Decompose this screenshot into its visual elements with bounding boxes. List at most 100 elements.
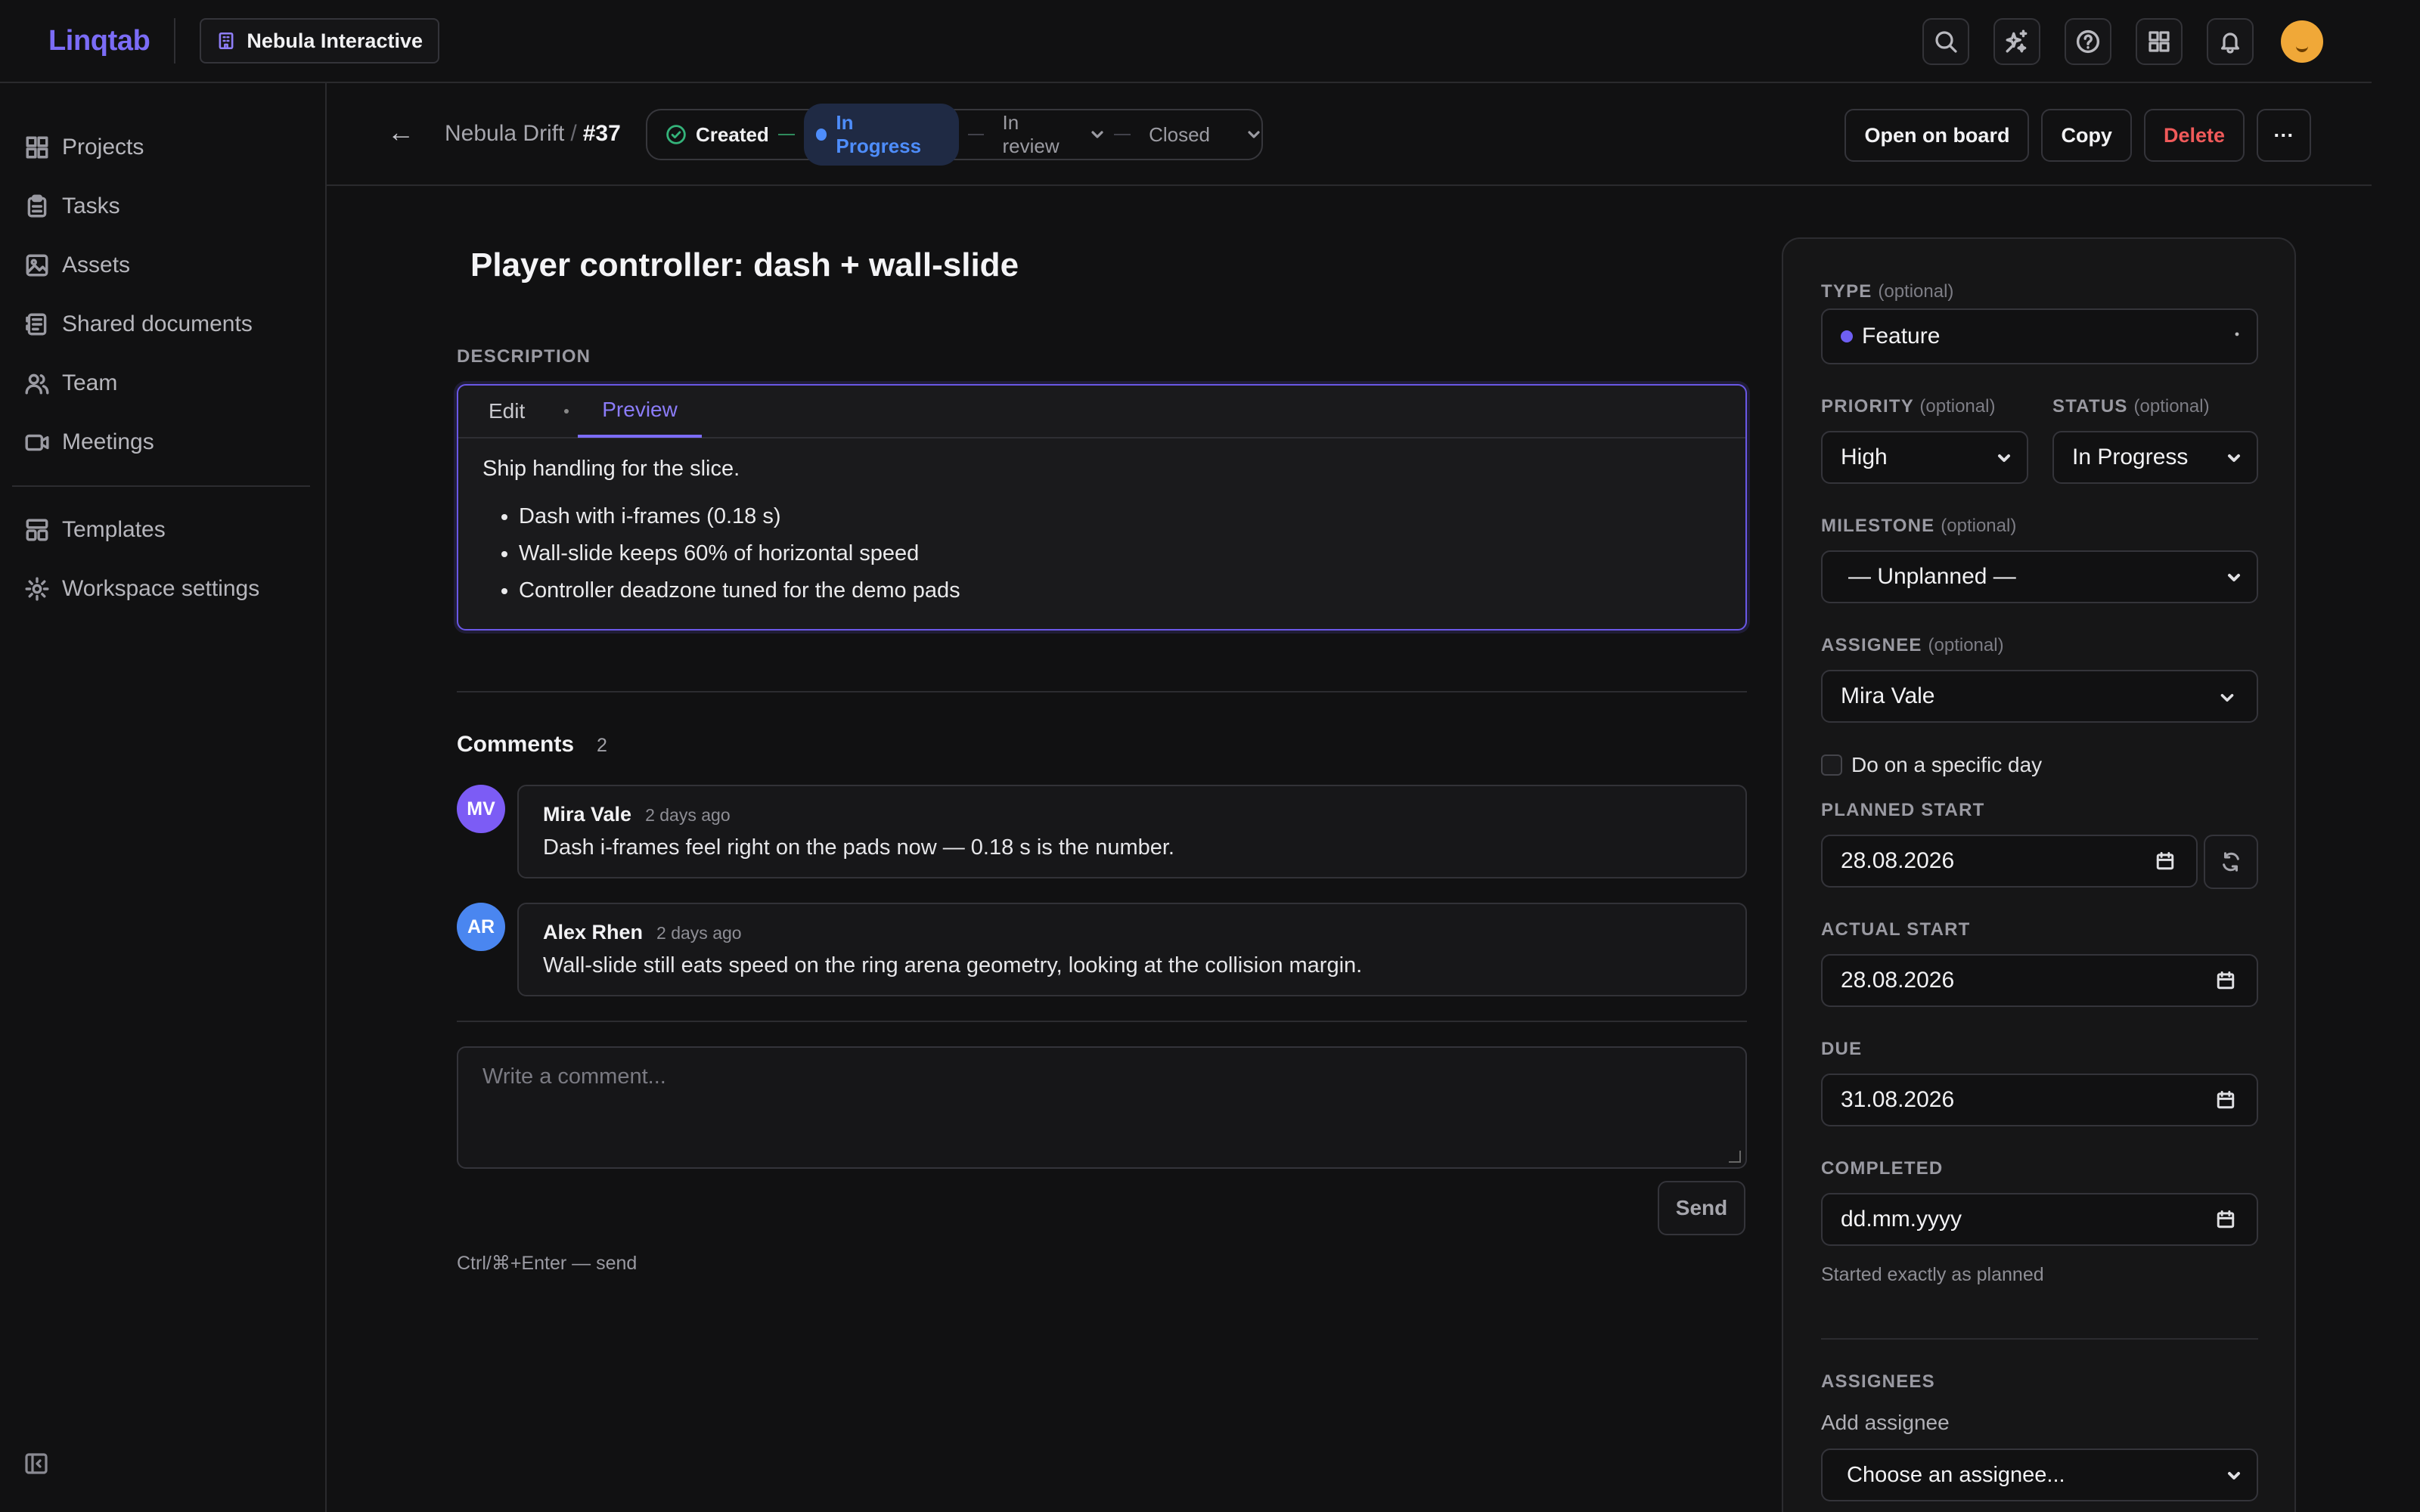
status-step-in-review[interactable]: In review (1002, 111, 1105, 158)
app-logo[interactable]: Linqtab (48, 25, 150, 57)
open-on-board-button[interactable]: Open on board (1844, 109, 2030, 162)
comment-meta: Mira Vale 2 days ago (543, 803, 1721, 826)
assignee-picker-value: Choose an assignee... (1847, 1462, 2065, 1487)
sidebar-item-label: Templates (62, 517, 166, 542)
chevron-down-icon[interactable] (1246, 127, 1261, 142)
search-button[interactable] (1922, 18, 1969, 65)
description-preview: Ship handling for the slice. Dash with i… (458, 438, 1745, 627)
collapse-sidebar-button[interactable] (24, 1452, 48, 1476)
calendar-icon[interactable] (2216, 971, 2235, 990)
due-date[interactable]: 31.08.2026 (1821, 1074, 2258, 1126)
actual-start-label: ACTUAL START (1821, 919, 1971, 940)
comment: AR Alex Rhen 2 days ago Wall-slide still… (457, 903, 1747, 996)
tab-edit[interactable]: Edit (489, 399, 525, 423)
check-circle-icon (666, 124, 687, 145)
breadcrumb-project[interactable]: Nebula Drift (445, 121, 564, 146)
planned-start-date[interactable]: 28.08.2026 (1821, 835, 2198, 888)
user-avatar[interactable] (2281, 20, 2323, 63)
completed-value: dd.mm.yyyy (1841, 1207, 1962, 1232)
comment-author: Alex Rhen (543, 921, 644, 943)
editor-tabs: Edit Preview (458, 386, 1745, 438)
sidebar-item-label: Shared documents (62, 311, 253, 336)
task-title[interactable]: Player controller: dash + wall-slide (470, 246, 1019, 284)
panel-divider (1821, 1338, 2258, 1340)
chevron-down-icon (2226, 1468, 2242, 1483)
priority-value: High (1841, 445, 1888, 469)
priority-select[interactable]: High (1821, 431, 2028, 484)
back-button[interactable]: ← (387, 116, 414, 148)
completed-date[interactable]: dd.mm.yyyy (1821, 1193, 2258, 1246)
milestone-select[interactable]: — Unplanned — (1821, 550, 2258, 603)
calendar-icon[interactable] (2155, 851, 2175, 871)
status-select[interactable]: In Progress (2052, 431, 2258, 484)
sidebar-item-projects[interactable]: Projects (0, 118, 325, 177)
comment-time: 2 days ago (645, 805, 731, 825)
resize-handle[interactable] (1729, 1151, 1741, 1163)
tab-separator (564, 409, 569, 414)
actual-start-date[interactable]: 28.08.2026 (1821, 954, 2258, 1007)
comments-count: 2 (597, 735, 607, 756)
status-label: Closed (1149, 122, 1211, 146)
comment-placeholder: Write a comment... (482, 1064, 666, 1089)
sidebar-item-workspace-settings[interactable]: Workspace settings (0, 559, 325, 618)
description-editor[interactable]: Edit Preview Ship handling for the slice… (457, 384, 1747, 631)
send-hint: Ctrl/⌘+Enter — send (457, 1253, 638, 1274)
chevron-down-icon[interactable] (1090, 127, 1105, 142)
sidebar-nav: Projects Tasks Assets Shared documents T… (0, 83, 325, 618)
apps-button[interactable] (2136, 18, 2183, 65)
type-select[interactable]: Feature (1821, 308, 2258, 364)
more-actions-button[interactable]: ··· (2257, 109, 2311, 162)
sidebar-item-tasks[interactable]: Tasks (0, 177, 325, 236)
apps-grid-icon (2147, 29, 2171, 54)
sidebar-item-label: Meetings (62, 429, 154, 454)
sidebar-item-assets[interactable]: Assets (0, 236, 325, 295)
description-list: Dash with i-frames (0.18 s) Wall-slide k… (482, 498, 1721, 609)
comment-body: Mira Vale 2 days ago Dash i-frames feel … (517, 785, 1747, 878)
chevron-down-icon (2226, 570, 2242, 585)
comment-author: Mira Vale (543, 803, 632, 826)
users-icon (24, 370, 50, 396)
image-icon (24, 253, 50, 278)
status-step-created[interactable]: Created (666, 123, 769, 147)
comment-body: Alex Rhen 2 days ago Wall-slide still ea… (517, 903, 1747, 996)
grid-icon (24, 135, 50, 160)
calendar-icon[interactable] (2216, 1210, 2235, 1229)
chevron-down-icon (2226, 451, 2242, 466)
assignee-picker[interactable]: Choose an assignee... (1821, 1448, 2258, 1501)
sidebar-item-templates[interactable]: Templates (0, 500, 325, 559)
assignee-label: ASSIGNEE (optional) (1821, 635, 2004, 655)
completed-label: COMPLETED (1821, 1158, 1944, 1179)
sidebar-item-label: Team (62, 370, 118, 395)
bell-icon (2218, 29, 2242, 54)
comment-time: 2 days ago (656, 923, 742, 943)
sync-dates-button[interactable] (2204, 835, 2258, 889)
comments-header: Comments 2 (457, 732, 607, 758)
help-button[interactable] (2065, 18, 2111, 65)
comments-title: Comments (457, 732, 575, 757)
due-label: DUE (1821, 1039, 1863, 1059)
refresh-icon (2220, 850, 2242, 873)
template-icon (24, 517, 50, 543)
top-actions (1922, 18, 2323, 65)
breadcrumb-separator: / (570, 121, 577, 146)
sidebar-item-shared-documents[interactable]: Shared documents (0, 295, 325, 354)
assignee-select[interactable]: Mira Vale (1821, 670, 2258, 723)
sidebar-item-meetings[interactable]: Meetings (0, 413, 325, 472)
sidebar-item-team[interactable]: Team (0, 354, 325, 413)
calendar-icon[interactable] (2216, 1090, 2235, 1110)
specific-day-checkbox[interactable] (1821, 754, 1842, 776)
comment-input[interactable]: Write a comment... (457, 1046, 1747, 1169)
status-step-closed[interactable]: Closed (1149, 123, 1261, 147)
notifications-button[interactable] (2207, 18, 2254, 65)
workspace-switcher[interactable]: Nebula Interactive (200, 18, 439, 64)
send-button[interactable]: Send (1658, 1181, 1745, 1235)
properties-panel: TYPE (optional) Feature PRIORITY (option… (1782, 237, 2296, 1512)
ai-assistant-button[interactable] (1993, 18, 2040, 65)
tab-preview[interactable]: Preview (578, 385, 702, 438)
status-step-in-progress[interactable]: In Progress (803, 104, 959, 166)
delete-button[interactable]: Delete (2143, 109, 2245, 162)
add-assignee-label: Add assignee (1821, 1411, 1950, 1434)
sidebar-divider (12, 485, 310, 487)
type-color-dot (1841, 330, 1853, 342)
copy-button[interactable]: Copy (2041, 109, 2132, 162)
